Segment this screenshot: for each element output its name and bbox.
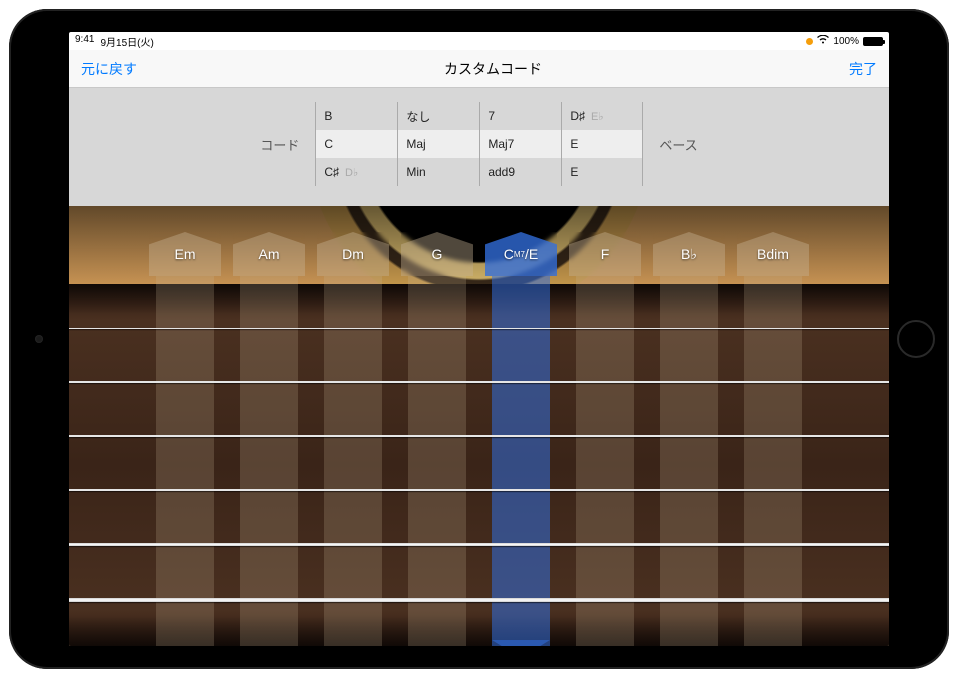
ipad-frame: 9:41 9月15日(火) 100% 元に戻す カスタムコード 完了 コード B… [9, 9, 949, 669]
chord-tab[interactable]: Dm [317, 232, 389, 276]
done-button[interactable]: 完了 [849, 59, 877, 79]
chord-strip[interactable] [324, 276, 382, 646]
chord-strip[interactable] [660, 276, 718, 646]
chord-strip[interactable] [492, 276, 550, 646]
chord-column[interactable]: F [567, 232, 643, 646]
chord-column[interactable]: Dm [315, 232, 391, 646]
chord-tab[interactable]: G [401, 232, 473, 276]
battery-pct: 100% [833, 36, 859, 47]
chord-strip[interactable] [408, 276, 466, 646]
chord-strip[interactable] [576, 276, 634, 646]
chord-tab[interactable]: B♭ [653, 232, 725, 276]
picker-option[interactable]: C♯D♭ [316, 158, 397, 186]
chord-strip[interactable] [744, 276, 802, 646]
picker-option[interactable]: なし [398, 102, 479, 130]
picker-option[interactable]: add9 [480, 158, 561, 186]
chord-column[interactable]: B♭ [651, 232, 727, 646]
chord-tab[interactable]: Em [149, 232, 221, 276]
home-button[interactable] [897, 320, 935, 358]
picker-option[interactable]: Maj [398, 130, 479, 158]
undo-button[interactable]: 元に戻す [81, 59, 137, 79]
picker-option[interactable]: B [316, 102, 397, 130]
guitar-fretboard: Em Am Dm G CM7/E F B♭ Bdim [69, 206, 889, 646]
chord-column[interactable]: G [399, 232, 475, 646]
chord-column[interactable]: Bdim [735, 232, 811, 646]
picker-label-chord: コード [254, 135, 305, 154]
chord-tab[interactable]: CM7/E [485, 232, 557, 276]
screen: 9:41 9月15日(火) 100% 元に戻す カスタムコード 完了 コード B… [69, 32, 889, 646]
chord-strip[interactable] [156, 276, 214, 646]
status-time: 9:41 [75, 34, 94, 49]
chord-picker: コード BCC♯D♭なしMajMin7Maj7add9D♯E♭EE ベース [69, 88, 889, 206]
chord-tab[interactable]: Bdim [737, 232, 809, 276]
wifi-icon [817, 35, 829, 47]
status-bar: 9:41 9月15日(火) 100% [69, 32, 889, 50]
chord-column[interactable]: Am [231, 232, 307, 646]
recording-indicator-icon [806, 38, 813, 45]
picker-label-bass: ベース [653, 135, 703, 154]
picker-option[interactable]: Min [398, 158, 479, 186]
chord-tab[interactable]: Am [233, 232, 305, 276]
camera-dot [35, 335, 43, 343]
picker-column[interactable]: BCC♯D♭ [315, 102, 397, 186]
status-date: 9月15日(火) [100, 34, 153, 49]
page-title: カスタムコード [137, 59, 849, 79]
picker-option[interactable]: C [316, 130, 397, 158]
battery-icon [863, 37, 883, 46]
picker-column[interactable]: なしMajMin [397, 102, 479, 186]
picker-option[interactable]: D♯E♭ [562, 102, 642, 130]
chord-strip[interactable] [240, 276, 298, 646]
picker-column[interactable]: 7Maj7add9 [479, 102, 561, 186]
chord-tab[interactable]: F [569, 232, 641, 276]
nav-bar: 元に戻す カスタムコード 完了 [69, 50, 889, 88]
chord-column[interactable]: CM7/E [483, 232, 559, 646]
picker-option[interactable]: E [562, 130, 642, 158]
picker-column[interactable]: D♯E♭EE [561, 102, 643, 186]
picker-option[interactable]: Maj7 [480, 130, 561, 158]
picker-option[interactable]: 7 [480, 102, 561, 130]
picker-option[interactable]: E [562, 158, 642, 186]
chord-column[interactable]: Em [147, 232, 223, 646]
